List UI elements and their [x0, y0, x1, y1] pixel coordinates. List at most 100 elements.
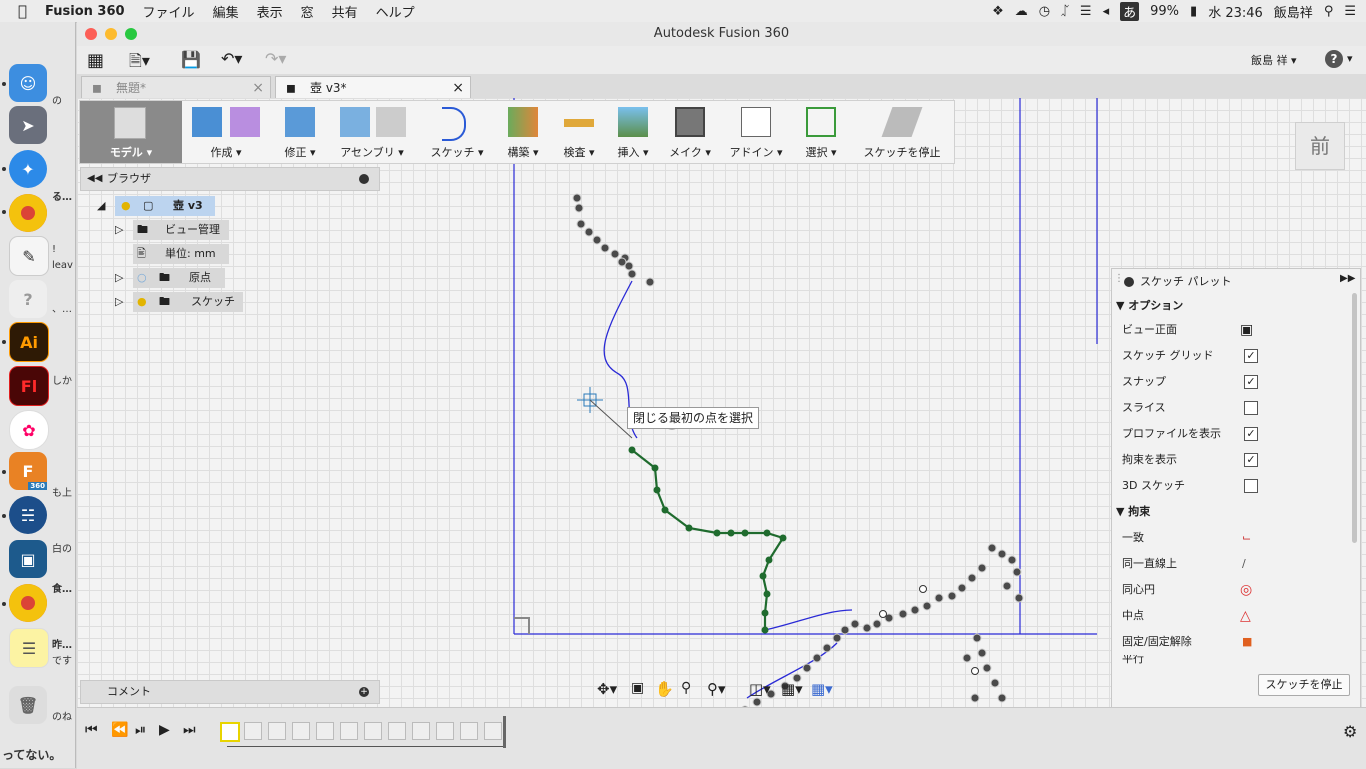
slice-checkbox[interactable]	[1244, 401, 1258, 415]
lightbulb-icon[interactable]: ●	[121, 196, 131, 216]
constraints-section-header[interactable]: ▼ 拘束	[1116, 501, 1150, 523]
wifi-icon[interactable]: ☰	[1080, 4, 1092, 19]
help-dropdown-icon[interactable]: ▾	[1347, 52, 1353, 65]
close-tab-icon[interactable]: ×	[252, 77, 264, 99]
palette-scrollbar[interactable]	[1352, 293, 1357, 543]
menu-help[interactable]: ヘルプ	[367, 2, 424, 21]
timeline-feature-icon[interactable]	[364, 722, 382, 740]
menu-view[interactable]: 表示	[248, 2, 292, 21]
volume-icon[interactable]: ◂	[1103, 4, 1110, 19]
minimize-window-button[interactable]	[105, 28, 117, 40]
select-menu[interactable]: 選択 ▾	[798, 101, 844, 163]
timeline-feature-icon[interactable]	[316, 722, 334, 740]
step-forward-icon[interactable]: ▶	[159, 722, 170, 738]
lock-icon[interactable]: ■	[1242, 629, 1252, 655]
concentric-icon[interactable]: ◎	[1240, 577, 1252, 603]
spotlight-icon[interactable]: ⚲	[1324, 4, 1334, 19]
finder-icon[interactable]: ☺	[9, 64, 47, 102]
coincident-icon[interactable]: ⌙	[1242, 525, 1251, 551]
look-at-icon[interactable]: ▣	[1240, 317, 1253, 343]
constraint-collinear[interactable]: 同一直線上 ∕	[1122, 551, 1342, 577]
midpoint-icon[interactable]: △	[1240, 603, 1251, 629]
pan-icon[interactable]: ✋	[655, 680, 674, 698]
inspect-menu[interactable]: 検査 ▾	[554, 101, 604, 163]
menu-file[interactable]: ファイル	[134, 2, 204, 21]
constraint-fix[interactable]: 固定/固定解除 ■	[1122, 629, 1342, 655]
tab-vase-v3[interactable]: ◼ 壺 v3* ×	[275, 76, 471, 98]
palette-expand-icon[interactable]: ▶▶	[1340, 273, 1355, 284]
grid-settings-icon[interactable]: ▦▾	[781, 680, 803, 698]
browser-item-units[interactable]: 🖹 単位: mm	[115, 244, 315, 264]
timeline-marker[interactable]	[503, 716, 506, 748]
view-cube[interactable]: 前	[1295, 122, 1345, 170]
battery-percent[interactable]: 99%	[1150, 4, 1179, 19]
menu-app-name[interactable]: Fusion 360	[36, 4, 134, 19]
timeline-feature-icon[interactable]	[268, 722, 286, 740]
add-comment-icon[interactable]: +	[359, 687, 369, 697]
snap-checkbox[interactable]: ✓	[1244, 375, 1258, 389]
timeline-feature-icon[interactable]	[244, 722, 262, 740]
modify-menu[interactable]: 修正 ▾	[274, 101, 326, 163]
palette-stop-sketch-button[interactable]: スケッチを停止	[1258, 674, 1350, 696]
file-menu-icon[interactable]: 🗎▾	[129, 50, 150, 77]
sketch-menu[interactable]: スケッチ ▾	[424, 101, 490, 163]
help-app-icon[interactable]: ?	[9, 280, 47, 318]
zoom-window-button[interactable]	[125, 28, 137, 40]
browser-item-sketches[interactable]: ▷ ● 🖿 スケッチ	[115, 292, 315, 312]
browser-item-views[interactable]: ▷ 🖿 ビュー管理	[115, 220, 315, 240]
assemble-menu[interactable]: アセンブリ ▾	[332, 101, 412, 163]
options-section-header[interactable]: ▼ オプション	[1116, 295, 1183, 317]
sourcetree-icon[interactable]: ☵	[9, 496, 47, 534]
data-panel-grid-icon[interactable]: ▦	[87, 50, 104, 71]
constraint-midpoint[interactable]: 中点 △	[1122, 603, 1342, 629]
browser-minimize-icon[interactable]	[359, 174, 369, 184]
notes-icon[interactable]: ☰	[9, 628, 49, 668]
app-bracket-icon[interactable]: ▣	[9, 540, 47, 578]
menu-share[interactable]: 共有	[323, 2, 367, 21]
timeline-feature-icon[interactable]	[340, 722, 358, 740]
close-tab-icon[interactable]: ×	[452, 77, 464, 99]
zoom-icon[interactable]: ⚲	[681, 680, 691, 696]
menu-user[interactable]: 飯島祥	[1274, 2, 1313, 21]
timeline-feature-icon[interactable]	[412, 722, 430, 740]
collapse-left-icon[interactable]: ◀◀	[87, 168, 102, 190]
flash-icon[interactable]: Fl	[9, 366, 49, 406]
3d-sketch-checkbox[interactable]	[1244, 479, 1258, 493]
user-account-menu[interactable]: 飯島 祥 ▾	[1251, 52, 1297, 68]
timeline-sketch-active-icon[interactable]	[220, 722, 240, 742]
timeline-feature-icon[interactable]	[484, 722, 502, 740]
dropbox-icon[interactable]: ❖	[992, 4, 1004, 19]
photos-icon[interactable]: ✿	[9, 410, 49, 450]
palette-minimize-icon[interactable]	[1124, 277, 1134, 287]
viewports-icon[interactable]: ▦▾	[811, 680, 833, 698]
option-show-constraints[interactable]: 拘束を表示 ✓	[1122, 447, 1342, 473]
textedit-icon[interactable]: ✎	[9, 236, 49, 276]
clock[interactable]: 水 23:46	[1208, 2, 1263, 21]
apple-icon[interactable]: 	[0, 2, 36, 20]
display-settings-icon[interactable]: ◫▾	[749, 680, 771, 698]
show-profile-checkbox[interactable]: ✓	[1244, 427, 1258, 441]
help-button[interactable]: ?	[1325, 50, 1343, 68]
fusion360-icon[interactable]: F 360	[9, 452, 47, 490]
browser-root-row[interactable]: ◢ ● ▢ 壺 v3	[97, 196, 297, 216]
bluetooth-icon[interactable]: ᛢ	[1061, 4, 1069, 19]
lightbulb-off-icon[interactable]: ○	[137, 268, 147, 288]
timeline-feature-icon[interactable]	[292, 722, 310, 740]
collapse-triangle-icon[interactable]: ◢	[97, 196, 105, 216]
step-back-icon[interactable]: ⏪	[111, 722, 128, 738]
browser-item-origin[interactable]: ▷ ○ 🖿 原点	[115, 268, 315, 288]
time-machine-icon[interactable]: ◷	[1039, 4, 1050, 19]
trash-icon[interactable]: 🗑	[9, 686, 47, 724]
launchpad-icon[interactable]: ➤	[9, 106, 47, 144]
constraint-coincident[interactable]: 一致 ⌙	[1122, 525, 1342, 551]
timeline-feature-icon[interactable]	[388, 722, 406, 740]
go-to-start-icon[interactable]: ⏮	[85, 722, 98, 738]
browser-panel-header[interactable]: ◀◀ ブラウザ	[80, 167, 380, 191]
insert-menu[interactable]: 挿入 ▾	[610, 101, 656, 163]
save-icon[interactable]: 💾	[181, 50, 201, 69]
chrome-icon[interactable]	[9, 194, 47, 232]
show-constraints-checkbox[interactable]: ✓	[1244, 453, 1258, 467]
illustrator-icon[interactable]: Ai	[9, 322, 49, 362]
tab-untitled[interactable]: ◼ 無題* ×	[81, 76, 271, 98]
cloud-icon[interactable]: ☁	[1015, 4, 1028, 19]
